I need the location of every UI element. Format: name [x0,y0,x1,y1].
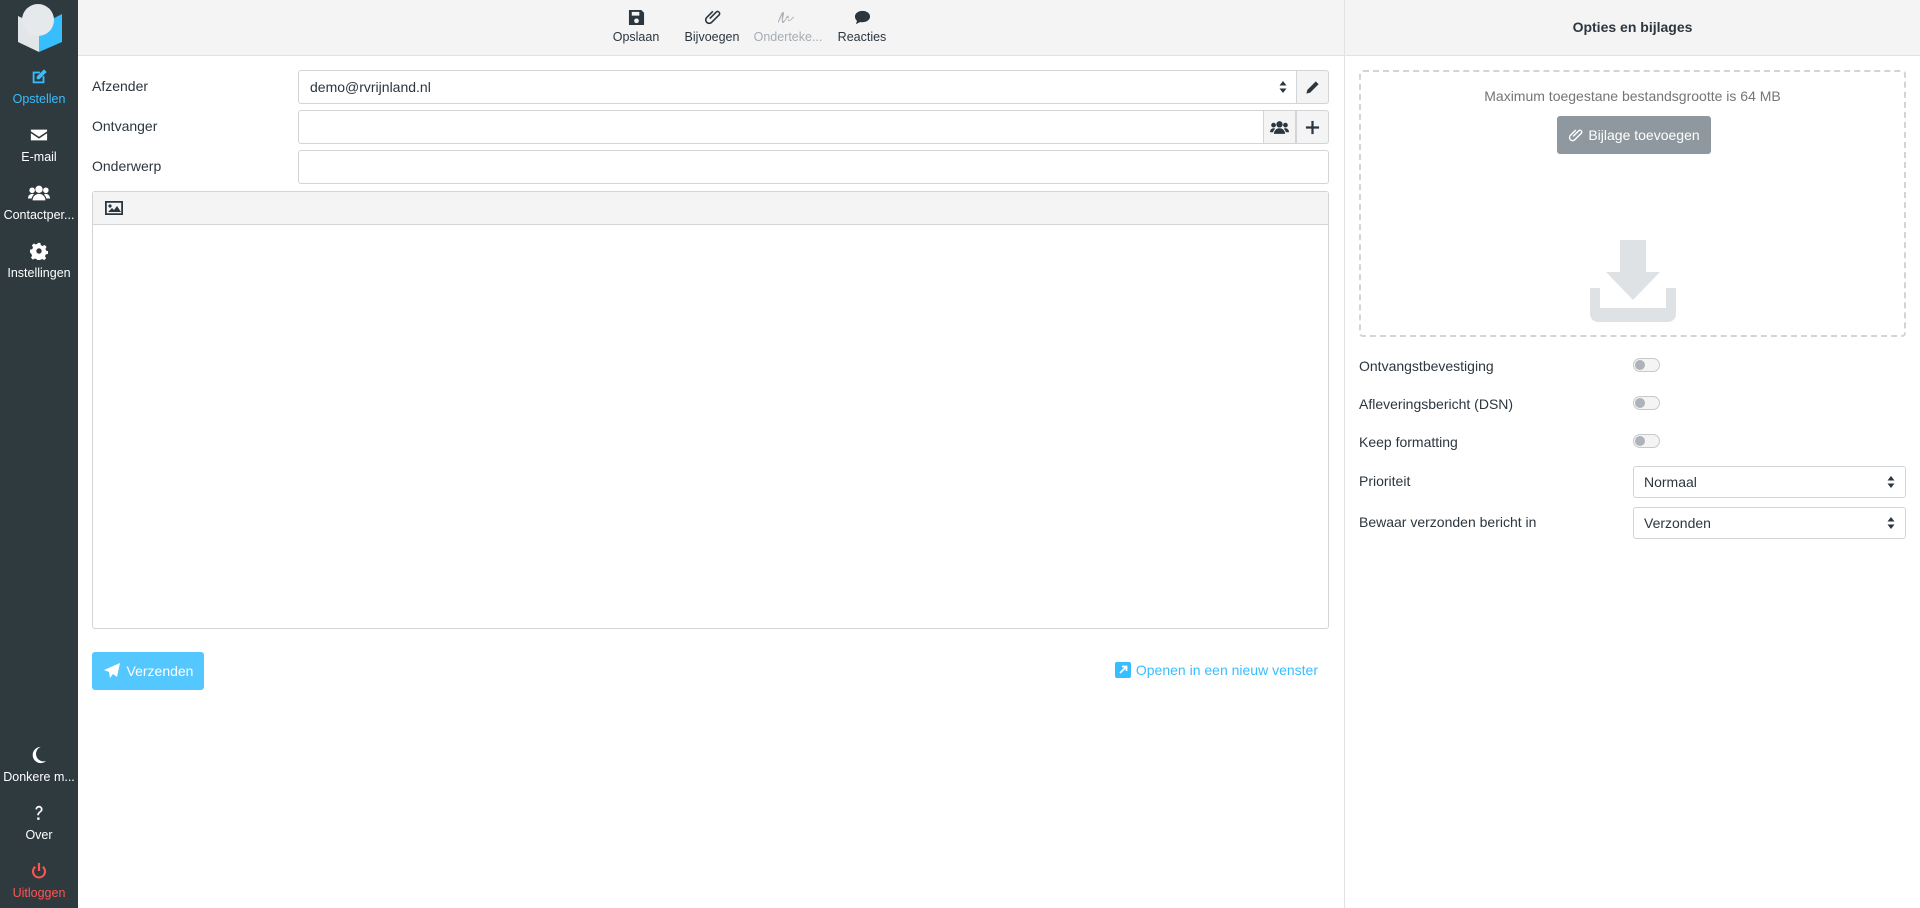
save-sent-select[interactable]: Verzonden [1633,507,1906,539]
toggle-knob [1635,398,1645,408]
subject-label: Onderwerp [92,158,162,174]
to-label: Ontvanger [92,118,158,134]
keep-formatting-toggle[interactable] [1633,434,1660,448]
power-icon [0,862,78,884]
send-button[interactable]: Verzenden [92,652,204,690]
nav-logout[interactable]: Uitloggen [0,858,78,908]
nav-logout-label: Uitloggen [12,886,66,900]
nav-dark-mode[interactable]: Donkere m... [0,742,78,798]
from-select[interactable]: demo@rvrijnland.nl [298,70,1298,104]
gear-icon [0,242,78,264]
toggle-knob [1635,360,1645,370]
paperclip-icon [1569,129,1583,141]
send-label: Verzenden [126,663,194,679]
comment-icon [824,9,900,29]
priority-select[interactable]: Normaal [1633,466,1906,498]
compose-icon [0,68,78,90]
external-window-icon [1114,662,1131,678]
download-icon [1590,240,1676,322]
priority-label: Prioriteit [1359,473,1411,489]
signature-label: Onderteke... [753,30,823,44]
toggle-knob [1635,436,1645,446]
from-value: demo@rvrijnland.nl [310,79,431,95]
open-new-window-link[interactable]: Openen in een nieuw venster [1114,662,1318,678]
roundcube-logo[interactable] [12,2,66,54]
keep-formatting-label: Keep formatting [1359,434,1458,450]
floppy-disk-icon [598,9,674,29]
compose-toolbar: Opslaan Bijvoegen Onderteke... Reacties [78,0,1344,56]
users-icon [1270,120,1289,134]
select-arrows-icon [1887,517,1895,529]
envelope-icon [0,126,78,148]
attach-button[interactable]: Bijvoegen [674,0,750,56]
nav-compose[interactable]: Opstellen [0,64,78,120]
attach-label: Bijvoegen [684,30,740,44]
signature-icon [750,9,826,29]
select-arrows-icon [1279,81,1287,93]
max-size-text: Maximum toegestane bestandsgrootte is 64… [1484,88,1781,104]
nav-settings-label: Instellingen [7,266,71,280]
sidebar: Opstellen E-mail Contactper... Instellin… [0,0,78,908]
add-attachment-button[interactable]: Bijlage toevoegen [1557,116,1711,154]
add-contact-button[interactable] [1263,110,1296,144]
add-header-button[interactable] [1296,110,1329,144]
nav-settings[interactable]: Instellingen [0,238,78,294]
nav-about[interactable]: Over [0,800,78,856]
add-attachment-label: Bijlage toevoegen [1588,127,1700,143]
edit-identity-button[interactable] [1296,70,1329,104]
options-title: Opties en bijlages [1345,0,1920,56]
pencil-icon [1306,80,1319,94]
save-label: Opslaan [612,30,660,44]
dsn-label: Afleveringsbericht (DSN) [1359,396,1514,412]
nav-mail-label: E-mail [21,150,57,164]
save-sent-label: Bewaar verzonden bericht in [1359,514,1537,530]
signature-button[interactable]: Onderteke... [750,0,826,56]
paper-plane-icon [103,663,120,678]
nav-dark-mode-label: Donkere m... [3,770,75,784]
plus-icon [1305,120,1320,134]
message-editor[interactable] [92,191,1329,629]
nav-about-label: Over [25,828,53,842]
save-button[interactable]: Opslaan [598,0,674,56]
paperclip-icon [674,9,750,29]
question-icon [0,804,78,826]
users-icon [0,184,78,206]
editor-toolbar [93,192,1328,225]
responses-button[interactable]: Reacties [824,0,900,56]
open-new-window-label: Openen in een nieuw venster [1135,662,1318,678]
to-input[interactable] [298,110,1264,144]
dsn-toggle[interactable] [1633,396,1660,410]
receipt-label: Ontvangstbevestiging [1359,358,1494,374]
attachment-dropzone[interactable]: Maximum toegestane bestandsgrootte is 64… [1359,70,1906,337]
responses-label: Reacties [837,30,887,44]
nav-mail[interactable]: E-mail [0,122,78,178]
nav-contacts-label: Contactper... [3,208,75,222]
priority-value: Normaal [1644,474,1697,490]
options-panel: Opties en bijlages Maximum toegestane be… [1344,0,1920,908]
moon-icon [0,746,78,768]
image-icon[interactable] [105,200,123,216]
from-label: Afzender [92,78,149,94]
select-arrows-icon [1887,476,1895,488]
subject-input[interactable] [298,150,1329,184]
save-sent-value: Verzonden [1644,515,1711,531]
receipt-toggle[interactable] [1633,358,1660,372]
nav-contacts[interactable]: Contactper... [0,180,78,236]
nav-compose-label: Opstellen [12,92,66,106]
